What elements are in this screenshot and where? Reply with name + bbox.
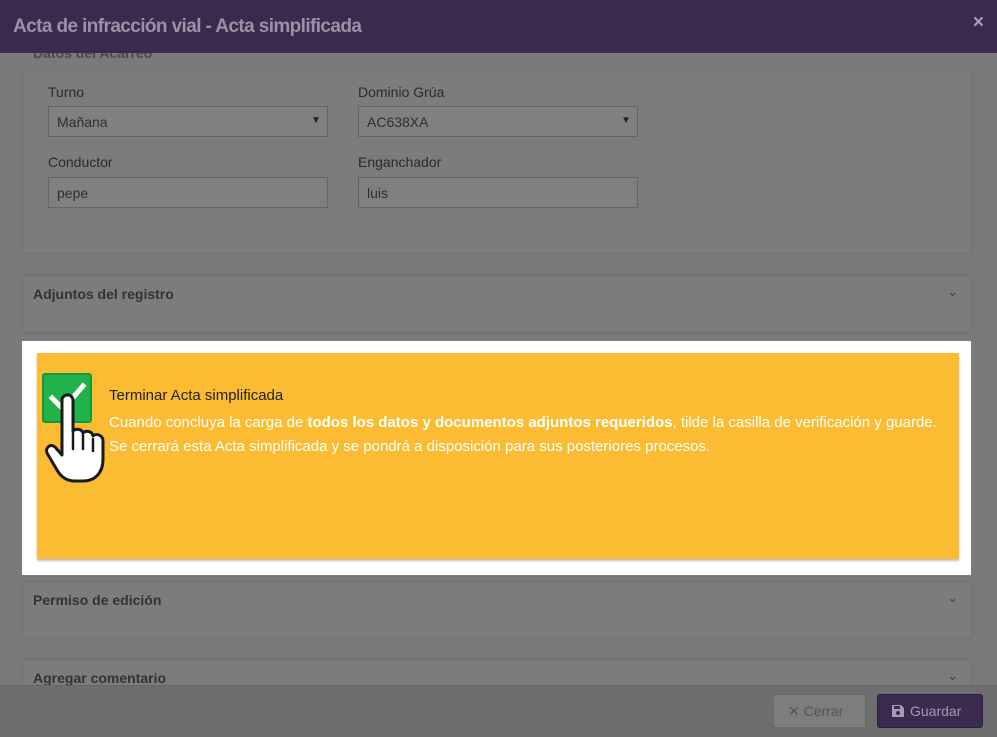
turno-value: Mañana: [57, 114, 108, 130]
notice-text-bold: todos los datos y documentos adjuntos re…: [307, 414, 673, 431]
dominio-grua-label: Dominio Grúa: [358, 84, 445, 100]
close-icon[interactable]: ×: [973, 12, 984, 34]
turno-select[interactable]: Mañana ▼: [48, 106, 328, 137]
enganchador-input[interactable]: luis: [358, 177, 638, 208]
cerrar-label: Cerrar: [803, 703, 844, 719]
datos-acarreo-panel: Turno Mañana ▼ Dominio Grúa AC638XA ▼ Co…: [22, 70, 973, 254]
chevron-down-icon[interactable]: ⌄: [947, 590, 958, 606]
caret-down-icon: ▼: [621, 115, 631, 126]
notice-title: Terminar Acta simplificada: [109, 387, 284, 404]
accordion-adjuntos[interactable]: Adjuntos del registro ⌄: [22, 275, 973, 333]
save-icon: [892, 705, 904, 717]
guardar-label: Guardar: [910, 703, 962, 719]
modal-header: Acta de infracción vial - Acta simplific…: [0, 0, 997, 53]
cerrar-button[interactable]: ✕ Cerrar: [773, 694, 866, 728]
enganchador-value: luis: [367, 185, 389, 201]
times-icon: ✕: [788, 703, 804, 719]
conductor-input[interactable]: pepe: [48, 177, 328, 208]
guardar-button[interactable]: Guardar: [877, 694, 983, 728]
accordion-adjuntos-title: Adjuntos del registro: [33, 286, 174, 302]
chevron-down-icon[interactable]: ⌄: [947, 668, 958, 684]
accordion-permiso-title: Permiso de edición: [33, 592, 162, 608]
hand-pointer-icon: [45, 393, 105, 483]
modal-title: Acta de infracción vial - Acta simplific…: [13, 16, 362, 37]
caret-down-icon: ▼: [311, 115, 321, 126]
conductor-value: pepe: [57, 185, 89, 201]
turno-label: Turno: [48, 84, 85, 100]
accordion-permiso[interactable]: Permiso de edición ⌄: [22, 581, 973, 639]
dominio-grua-select[interactable]: AC638XA ▼: [358, 106, 638, 137]
enganchador-label: Enganchador: [358, 154, 442, 170]
notice-text-start: Cuando concluya la carga de: [109, 414, 308, 431]
terminar-acta-notice: Terminar Acta simplificada Cuando conclu…: [37, 353, 959, 559]
dominio-grua-value: AC638XA: [367, 114, 429, 130]
section-title-datos-acarreo: Datos del Acarreo: [33, 53, 153, 61]
accordion-comentario[interactable]: Agregar comentario ⌄: [22, 659, 973, 685]
notice-text: Cuando concluya la carga de todos los da…: [109, 411, 954, 459]
accordion-comentario-title: Agregar comentario: [33, 670, 167, 685]
highlight-frame: Terminar Acta simplificada Cuando conclu…: [22, 341, 971, 575]
modal-body: Datos del Acarreo Turno Mañana ▼ Dominio…: [0, 53, 997, 685]
conductor-label: Conductor: [48, 154, 113, 170]
modal-footer: ✕ Cerrar Guardar: [0, 685, 997, 737]
chevron-down-icon[interactable]: ⌄: [947, 284, 958, 300]
